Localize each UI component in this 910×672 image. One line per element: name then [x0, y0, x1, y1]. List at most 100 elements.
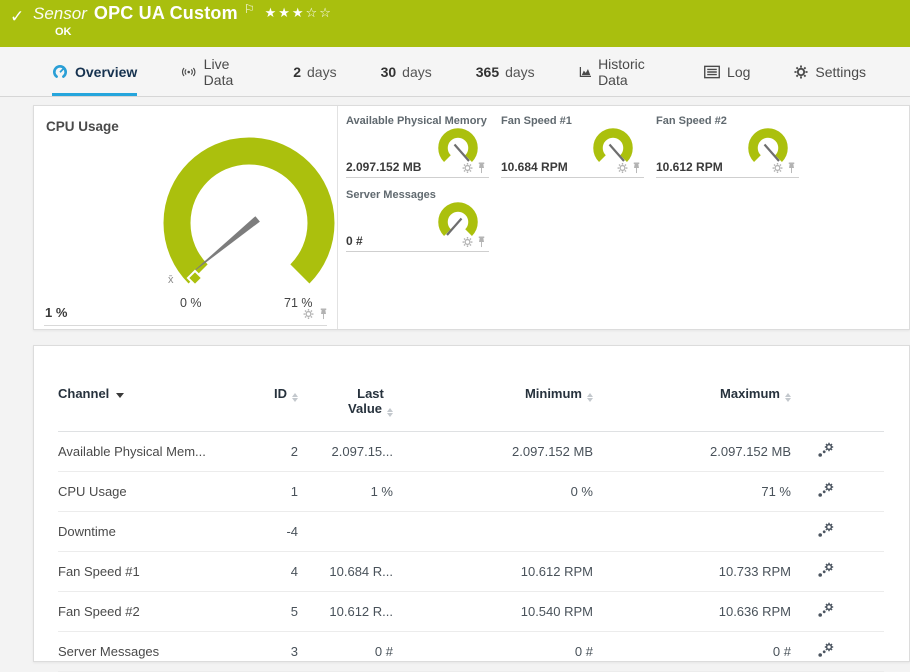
channel-name[interactable]: Fan Speed #1 [58, 551, 253, 592]
sort-desc-caret-icon [116, 393, 125, 398]
channel-minimum [393, 511, 593, 552]
column-header-channel[interactable]: Channel [58, 372, 253, 432]
prtg-sensor-page: ✓ Sensor OPC UA Custom ⚐ ★★★☆☆ OK Overvi… [0, 0, 910, 672]
gauge-pin-icon[interactable] [476, 236, 487, 248]
tab-settings[interactable]: Settings [794, 47, 866, 96]
tab-live-data[interactable]: Live Data [181, 47, 249, 96]
table-row: Available Physical Mem... 2 2.097.15... … [58, 431, 884, 472]
gauge-settings-gear-icon[interactable] [303, 308, 314, 320]
gauge-settings-gear-icon[interactable] [617, 162, 628, 174]
channel-minimum: 10.612 RPM [393, 551, 593, 592]
channel-name[interactable]: Available Physical Mem... [58, 431, 253, 472]
column-header-id[interactable]: ID [253, 372, 298, 432]
sort-arrows-icon [587, 393, 593, 402]
channel-settings-icon[interactable] [817, 642, 835, 658]
gauge-pin-icon[interactable] [631, 162, 642, 174]
tab-label: Log [727, 63, 751, 80]
tab-number: 2 [293, 63, 302, 80]
channel-maximum: 71 % [593, 471, 791, 512]
column-header-last-value[interactable]: Last Value [298, 372, 393, 432]
gauges-panel: CPU Usage x̄ 0 % 71 % 1 % Available Phys… [33, 105, 910, 330]
channel-maximum: 2.097.152 MB [593, 431, 791, 472]
sensor-titles: Sensor OPC UA Custom ⚐ ★★★☆☆ OK [33, 2, 333, 38]
mini-gauge-fan-speed-2: Fan Speed #2 10.612 RPM [656, 115, 799, 178]
channel-id: 1 [253, 471, 298, 512]
channel-name[interactable]: Server Messages [58, 631, 253, 672]
channel-id: 3 [253, 631, 298, 672]
tab-historic-data[interactable]: Historic Data [579, 47, 660, 96]
column-label: ID [274, 386, 287, 401]
column-label: Minimum [524, 386, 582, 401]
tab-log[interactable]: Log [704, 47, 750, 96]
channel-settings-icon[interactable] [817, 522, 835, 538]
column-header-minimum[interactable]: Minimum [393, 372, 593, 432]
tab-365-days[interactable]: 365 days [476, 47, 535, 96]
channel-last-value: 10.684 R... [298, 551, 393, 592]
gauge-pin-icon[interactable] [786, 162, 797, 174]
gauge-settings-gear-icon[interactable] [462, 236, 473, 248]
log-list-icon [704, 65, 720, 78]
historic-chart-icon [579, 66, 592, 77]
channel-maximum [593, 511, 791, 552]
column-label: Value [348, 401, 382, 416]
channel-last-value: 1 % [298, 471, 393, 512]
channel-settings-icon[interactable] [817, 562, 835, 578]
flag-icon[interactable]: ⚐ [244, 2, 255, 16]
priority-stars[interactable]: ★★★☆☆ [265, 5, 333, 21]
tab-number: 365 [475, 63, 500, 80]
column-header-actions [791, 372, 884, 432]
channels-table: Channel ID Last Value Minimum Maximum Av… [58, 372, 884, 672]
mini-gauge-fan-speed-1: Fan Speed #1 10.684 RPM [501, 115, 644, 178]
mini-gauge-title: Fan Speed #2 [656, 115, 727, 127]
column-header-maximum[interactable]: Maximum [593, 372, 791, 432]
channel-settings-icon[interactable] [817, 482, 835, 498]
tab-2-days[interactable]: 2 days [293, 47, 336, 96]
channel-settings-icon[interactable] [817, 602, 835, 618]
tab-unit: days [505, 63, 535, 80]
channel-id: -4 [253, 511, 298, 552]
column-label: Maximum [720, 386, 780, 401]
tab-label: Historic Data [598, 55, 645, 88]
table-row: Fan Speed #1 4 10.684 R... 10.612 RPM 10… [58, 551, 884, 592]
sort-arrows-icon [387, 408, 393, 417]
channel-last-value [298, 511, 393, 552]
channel-name[interactable]: Downtime [58, 511, 253, 552]
gauge-pin-icon[interactable] [476, 162, 487, 174]
channel-last-value: 2.097.15... [298, 431, 393, 472]
gauge-scale-min: 0 % [180, 296, 202, 310]
tab-unit: days [307, 63, 337, 80]
sensor-status-badge: OK [55, 26, 72, 38]
channel-name[interactable]: Fan Speed #2 [58, 591, 253, 632]
sensor-name: OPC UA Custom [93, 3, 238, 23]
table-row: CPU Usage 1 1 % 0 % 71 % [58, 471, 884, 512]
status-ok-check-icon: ✓ [10, 7, 25, 26]
gauge-settings-gear-icon[interactable] [772, 162, 783, 174]
gauge-icon [52, 64, 67, 78]
mini-gauge-value: 2.097.152 MB [346, 160, 422, 174]
sort-arrows-icon [292, 393, 298, 402]
mini-gauge-available-physical-memory: Available Physical Memory 2.097.152 MB [346, 115, 489, 178]
gear-icon [794, 64, 809, 79]
column-label: Channel [58, 386, 110, 401]
tab-30-days[interactable]: 30 days [381, 47, 432, 96]
mini-gauge-title: Server Messages [346, 189, 436, 201]
tab-overview[interactable]: Overview [52, 47, 138, 96]
tab-label: Live Data [203, 55, 234, 88]
tab-bar: Overview Live Data 2 days 30 days 365 da… [0, 47, 910, 97]
channel-last-value: 0 # [298, 631, 393, 672]
sensor-kind-label: Sensor [33, 4, 87, 23]
divider [44, 325, 327, 326]
cpu-gauge-chart: x̄ [163, 137, 335, 287]
tab-unit: days [402, 63, 432, 80]
table-row: Fan Speed #2 5 10.612 R... 10.540 RPM 10… [58, 591, 884, 632]
channel-id: 5 [253, 591, 298, 632]
channel-settings-icon[interactable] [817, 442, 835, 458]
channel-id: 4 [253, 551, 298, 592]
gauge-settings-gear-icon[interactable] [462, 162, 473, 174]
channel-name[interactable]: CPU Usage [58, 471, 253, 512]
gauge-pin-icon[interactable] [318, 308, 329, 320]
sensor-header: ✓ Sensor OPC UA Custom ⚐ ★★★☆☆ OK [0, 0, 910, 47]
channel-maximum: 10.733 RPM [593, 551, 791, 592]
channel-maximum: 10.636 RPM [593, 591, 791, 632]
column-label: Last [357, 386, 384, 401]
